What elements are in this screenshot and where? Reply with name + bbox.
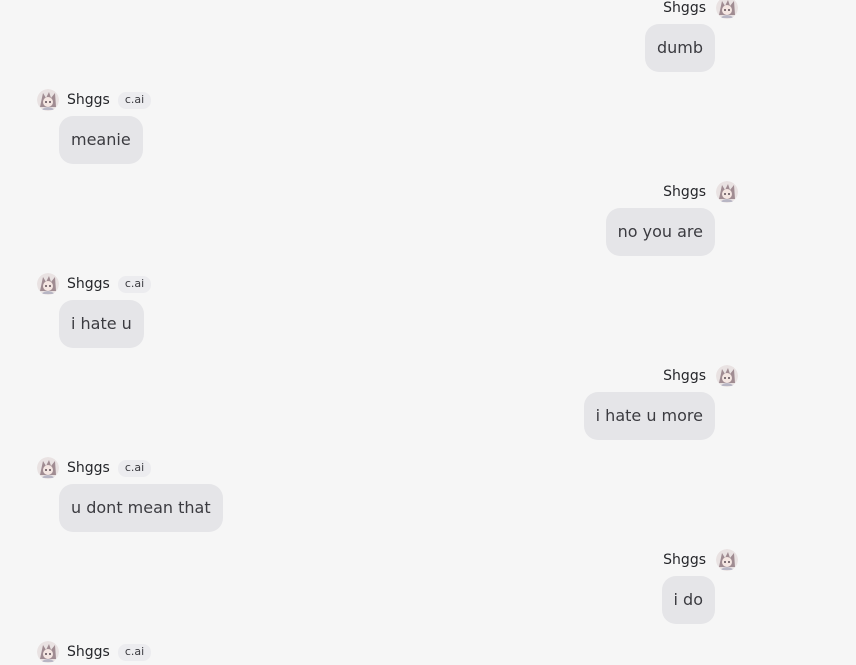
avatar-icon[interactable] bbox=[716, 549, 738, 571]
author-name: Shggs bbox=[663, 552, 706, 568]
chat-thread: Shggs dumb Shggs c.ai meanie Shggs no yo… bbox=[0, 0, 856, 665]
avatar-icon[interactable] bbox=[37, 89, 59, 111]
message-header: Shggs c.ai bbox=[37, 89, 152, 111]
message-header: Shggs bbox=[663, 365, 738, 387]
author-name: Shggs bbox=[67, 644, 110, 660]
message-bubble: i hate u bbox=[59, 300, 144, 348]
message-bubble: i do bbox=[661, 576, 715, 624]
avatar-icon[interactable] bbox=[716, 0, 738, 19]
ai-badge: c.ai bbox=[117, 643, 152, 661]
message-header: Shggs c.ai bbox=[37, 641, 152, 663]
message-bubble: no you are bbox=[605, 208, 715, 256]
avatar-icon[interactable] bbox=[716, 181, 738, 203]
author-name: Shggs bbox=[67, 460, 110, 476]
message-header: Shggs bbox=[663, 0, 738, 19]
avatar-icon[interactable] bbox=[37, 457, 59, 479]
message-bubble: i hate u more bbox=[583, 392, 715, 440]
author-name: Shggs bbox=[67, 276, 110, 292]
author-name: Shggs bbox=[67, 92, 110, 108]
ai-badge: c.ai bbox=[117, 459, 152, 477]
ai-badge: c.ai bbox=[117, 275, 152, 293]
message-header: Shggs bbox=[663, 181, 738, 203]
author-name: Shggs bbox=[663, 184, 706, 200]
message-header: Shggs c.ai bbox=[37, 457, 152, 479]
avatar-icon[interactable] bbox=[716, 365, 738, 387]
message-bubble: dumb bbox=[644, 24, 715, 72]
message-header: Shggs c.ai bbox=[37, 273, 152, 295]
author-name: Shggs bbox=[663, 368, 706, 384]
avatar-icon[interactable] bbox=[37, 641, 59, 663]
message-header: Shggs bbox=[663, 549, 738, 571]
avatar-icon[interactable] bbox=[37, 273, 59, 295]
message-bubble: meanie bbox=[59, 116, 143, 164]
message-bubble: u dont mean that bbox=[59, 484, 223, 532]
author-name: Shggs bbox=[663, 0, 706, 16]
ai-badge: c.ai bbox=[117, 91, 152, 109]
